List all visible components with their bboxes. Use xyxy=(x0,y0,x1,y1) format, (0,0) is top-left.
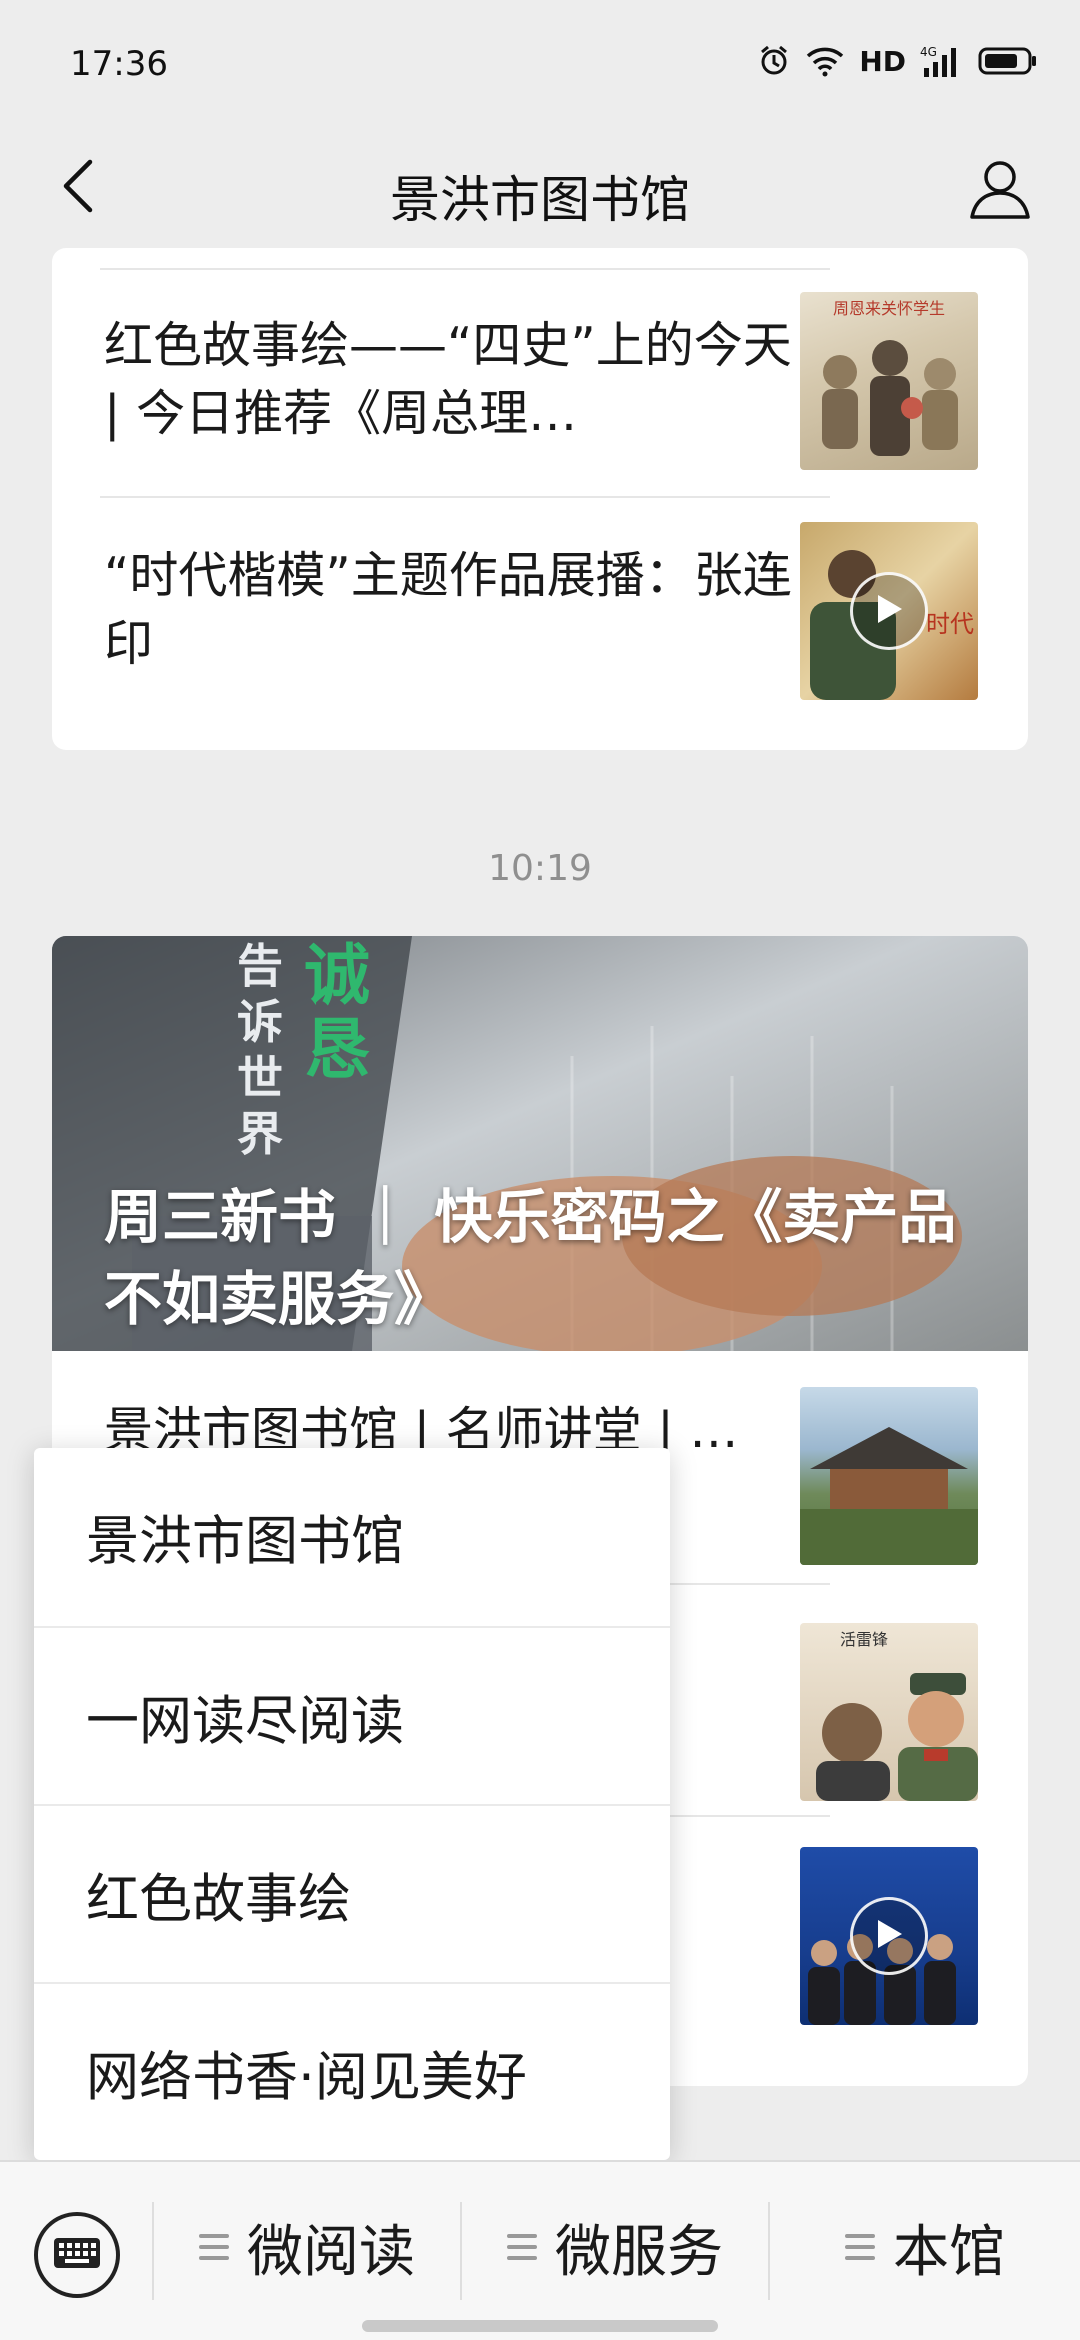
profile-button[interactable] xyxy=(950,140,1050,240)
status-icons: HD 4G xyxy=(757,44,1038,78)
alarm-icon xyxy=(757,44,791,78)
menu-lines-icon xyxy=(507,2234,537,2260)
menu-tab-wei-fuwu[interactable]: 微服务 xyxy=(462,2182,768,2312)
menu-tab-benguan[interactable]: 本馆 xyxy=(770,2182,1080,2312)
menu-tab-label: 本馆 xyxy=(893,2219,1005,2285)
wifi-icon xyxy=(805,45,845,77)
message-card: 红色故事绘——“四史”上的今天 | 今日推荐《周总理… 周恩来关怀学生 “时代楷… xyxy=(52,248,1028,750)
svg-text:诚: 诚 xyxy=(304,936,370,1014)
4g-signal-icon: 4G xyxy=(920,44,964,78)
thumbnail-caption: 活雷锋 xyxy=(840,1630,888,1649)
video-play-button[interactable] xyxy=(850,572,928,650)
article-title: “时代楷模”主题作品展播：张连印 xyxy=(104,547,792,672)
thumbnail-caption: 周恩来关怀学生 xyxy=(833,299,945,318)
article-title: 红色故事绘——“四史”上的今天 | 今日推荐《周总理… xyxy=(104,317,792,442)
article-thumbnail: 时代 xyxy=(800,522,978,700)
article-item[interactable]: “时代楷模”主题作品展播：张连印 时代 xyxy=(52,498,1028,728)
submenu-item[interactable]: 网络书香·阅见美好 xyxy=(34,1984,670,2160)
status-time: 17:36 xyxy=(70,44,168,84)
menu-tab-label: 微阅读 xyxy=(247,2219,415,2285)
svg-text:4G: 4G xyxy=(920,45,937,59)
network-label: HD xyxy=(859,44,906,78)
keyboard-icon xyxy=(52,2236,102,2274)
video-play-button[interactable] xyxy=(850,1897,928,1975)
menu-lines-icon xyxy=(845,2234,875,2260)
article-thumbnail xyxy=(800,1387,978,1565)
nav-bar: 景洪市图书馆 xyxy=(0,130,1080,250)
hero-vertical-text: 告 xyxy=(237,939,283,993)
menu-tab-wei-yuedu[interactable]: 微阅读 xyxy=(154,2182,460,2312)
submenu-item[interactable]: 景洪市图书馆 xyxy=(34,1448,670,1626)
hero-title: 周三新书 ｜ 快乐密码之《卖产品不如卖服务》 xyxy=(104,1183,957,1333)
battery-icon xyxy=(978,45,1038,77)
person-icon xyxy=(967,155,1033,225)
home-indicator[interactable] xyxy=(362,2320,718,2332)
menu-tab-label: 微服务 xyxy=(555,2219,723,2285)
article-thumbnail: 活雷锋 xyxy=(800,1623,978,1801)
submenu-item[interactable]: 红色故事绘 xyxy=(34,1806,670,1984)
menu-lines-icon xyxy=(199,2234,229,2260)
svg-text:恳: 恳 xyxy=(304,1010,370,1088)
page-title: 景洪市图书馆 xyxy=(390,171,690,229)
status-bar: 17:36 HD 4G xyxy=(0,0,1080,130)
article-thumbnail: 周恩来关怀学生 xyxy=(800,292,978,470)
keyboard-toggle-button[interactable] xyxy=(34,2212,120,2298)
play-icon xyxy=(874,1917,904,1955)
submenu-item[interactable]: 一网读尽阅读 xyxy=(34,1628,670,1806)
svg-text:世: 世 xyxy=(237,1051,283,1105)
article-thumbnail xyxy=(800,1847,978,2025)
bottom-menu-bar: 微阅读 微服务 本馆 xyxy=(0,2160,1080,2340)
thumbnail-caption: 时代 xyxy=(926,610,974,638)
message-timestamp: 10:19 xyxy=(488,848,592,889)
svg-text:诉: 诉 xyxy=(237,995,283,1049)
submenu-popup: 景洪市图书馆 一网读尽阅读 红色故事绘 网络书香·阅见美好 xyxy=(34,1448,670,2160)
svg-text:界: 界 xyxy=(237,1107,283,1161)
play-icon xyxy=(874,592,904,630)
hero-article[interactable]: 告 诉 世 界 诚 恳 周三新书 ｜ 快乐密码之《卖产品不如卖服务》 xyxy=(52,936,1028,1351)
article-item[interactable]: 红色故事绘——“四史”上的今天 | 今日推荐《周总理… 周恩来关怀学生 xyxy=(52,268,1028,496)
